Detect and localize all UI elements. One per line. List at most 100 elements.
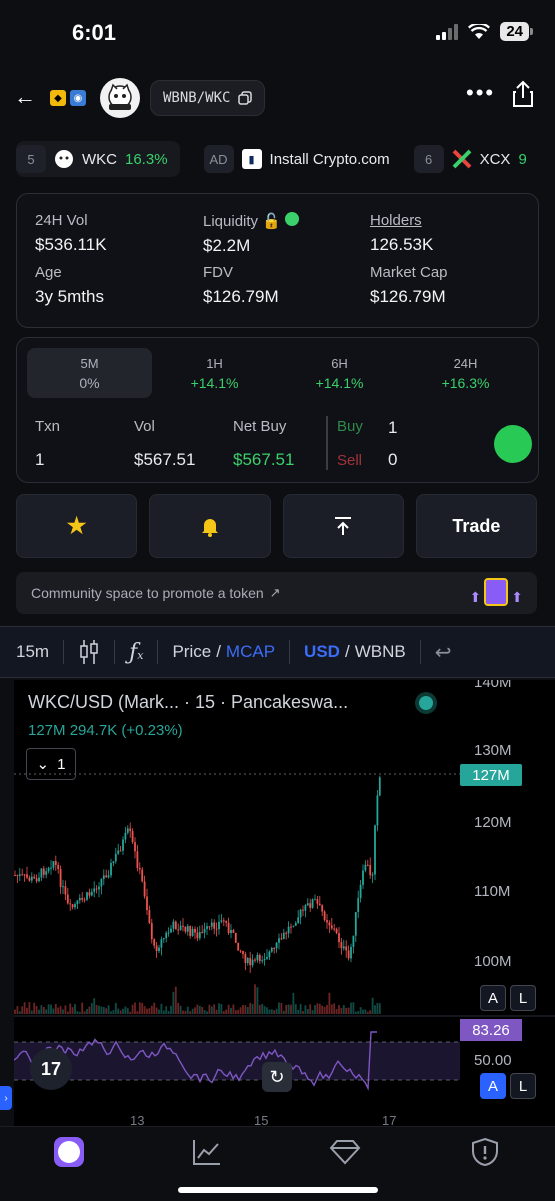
tab-security[interactable] (468, 1135, 502, 1169)
pair-selector[interactable]: WBNB/WKC (150, 80, 266, 116)
volume-bar (306, 1008, 309, 1014)
alert-button[interactable] (149, 494, 271, 558)
tab-6h[interactable]: 6H +14.1% (277, 348, 402, 398)
candle (292, 925, 295, 928)
usd-toggle[interactable]: USD (304, 642, 340, 662)
candle (299, 908, 302, 925)
volume-bar (28, 1002, 31, 1014)
copy-icon[interactable] (238, 91, 253, 105)
candle (330, 917, 333, 930)
trending-symbol: WKC (82, 150, 117, 168)
volume-bar (285, 1004, 288, 1014)
trade-button[interactable]: Trade (415, 494, 537, 558)
share-icon[interactable] (512, 80, 534, 108)
interval-selector[interactable]: 15m (16, 642, 49, 662)
candle (59, 865, 62, 894)
candle (150, 918, 153, 944)
candle (18, 868, 21, 882)
candle (21, 868, 24, 876)
candle (347, 945, 350, 961)
volume-bar (153, 1002, 156, 1014)
candle (186, 924, 189, 936)
stat-value: 126.53K (370, 235, 434, 254)
back-arrow-icon[interactable]: ← (14, 84, 36, 110)
favorite-button[interactable]: ★ (16, 494, 138, 558)
candle (76, 900, 79, 910)
candle (50, 860, 52, 875)
indicator-count: 1 (57, 755, 66, 773)
candle (369, 857, 372, 879)
buy-value: 1 (388, 418, 398, 437)
home-logo-icon (54, 1137, 84, 1167)
stat-fdv: FDV $126.79M (203, 264, 279, 307)
tab-chart[interactable] (190, 1135, 224, 1169)
tab-5m[interactable]: 5M 0% (27, 348, 152, 398)
candle (129, 822, 132, 838)
volume-bar (292, 992, 295, 1014)
wifi-icon (468, 23, 491, 39)
bnb-chain-icon: ◆ (50, 90, 66, 106)
volume-bar (251, 1004, 254, 1014)
holders-link[interactable]: Holders (370, 212, 433, 229)
trending-item[interactable]: 5 WKC 16.3% (16, 141, 180, 177)
promo-banner[interactable]: Community space to promote a token ↗ ⬆ ⬆ (16, 572, 537, 614)
indicators-icon[interactable]: ƒx (129, 640, 143, 665)
tab-1h[interactable]: 1H +14.1% (152, 348, 277, 398)
stat-holders[interactable]: Holders 126.53K (370, 212, 433, 255)
trending-ad[interactable]: AD ▮ Install Crypto.com (203, 145, 390, 173)
xcx-logo-icon (452, 149, 472, 169)
candle (213, 919, 216, 935)
trending-item[interactable]: 6 XCX 9 (413, 145, 527, 173)
indicators-collapse-button[interactable]: ⌄ 1 (26, 748, 76, 780)
volume-bar (81, 1002, 84, 1014)
vol-value: $567.51 (134, 450, 196, 469)
more-options-icon[interactable]: ••• (466, 80, 495, 106)
rsi-log-scale-button[interactable]: L (510, 1073, 536, 1099)
rsi-auto-scale-button[interactable]: A (480, 1073, 506, 1099)
promo-graphic-icon: ⬆ ⬆ (470, 578, 523, 606)
side-panel-toggle[interactable]: › (0, 1086, 12, 1110)
candlestick-icon[interactable] (78, 639, 100, 665)
log-scale-button[interactable]: L (510, 985, 536, 1011)
volume-bar (119, 1010, 122, 1014)
tab-home[interactable] (52, 1135, 86, 1169)
volume-bar (314, 1005, 316, 1014)
candle (122, 836, 124, 855)
push-button[interactable] (282, 494, 404, 558)
volume-bar (227, 1004, 230, 1014)
volume-bar (232, 1004, 235, 1014)
volume-bar (369, 1010, 372, 1014)
price-toggle[interactable]: Price (172, 642, 211, 662)
candle (362, 864, 364, 889)
volume-bar (35, 1005, 38, 1014)
candle (251, 954, 254, 968)
candle (117, 843, 120, 856)
volume-bar (52, 1008, 55, 1014)
stat-age: Age 3y 5mths (35, 264, 104, 307)
candle (81, 892, 84, 903)
price-chart[interactable]: WKC/USD (Mark... · 15 · Pancakeswa... 12… (14, 680, 555, 1126)
candle (98, 882, 100, 898)
volume-bar (249, 1003, 252, 1014)
liquidity-info-icon[interactable] (285, 212, 300, 226)
candle (54, 855, 57, 871)
candle (134, 837, 136, 859)
undo-icon[interactable]: ↩ (435, 640, 452, 665)
x-axis-label: 13 (130, 1113, 145, 1126)
tab-gems[interactable] (328, 1135, 362, 1169)
ad-badge: AD (203, 145, 234, 173)
timeframe-label: 24H (453, 356, 478, 371)
wbnb-toggle[interactable]: WBNB (355, 642, 406, 662)
candle (170, 924, 172, 933)
candle (222, 917, 225, 927)
volume-bar (347, 1007, 350, 1014)
volume-bar (230, 1008, 232, 1014)
candle (309, 898, 312, 912)
volume-bar (261, 1003, 264, 1014)
candle (30, 872, 33, 884)
reset-chart-icon[interactable]: ↻ (262, 1062, 292, 1092)
mcap-toggle[interactable]: MCAP (226, 642, 275, 662)
tab-24h[interactable]: 24H +16.3% (403, 348, 528, 398)
auto-scale-button[interactable]: A (480, 985, 506, 1011)
volume-bar (371, 997, 374, 1014)
